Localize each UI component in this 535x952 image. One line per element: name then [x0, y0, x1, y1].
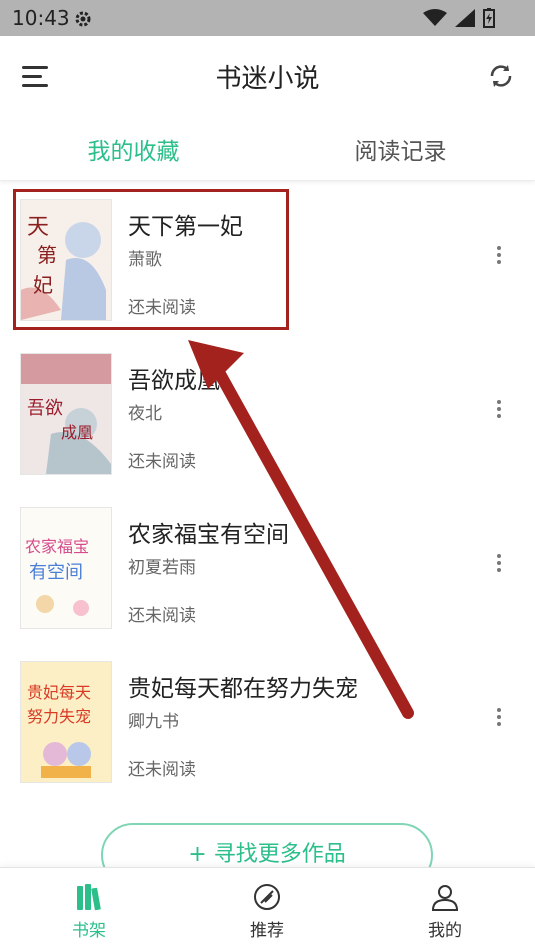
app-header: 书迷小说 — [0, 36, 535, 120]
svg-text:天: 天 — [27, 215, 49, 240]
more-options-icon[interactable] — [495, 708, 503, 732]
svg-text:有空间: 有空间 — [29, 562, 83, 583]
book-item[interactable]: 贵妃每天 努力失宠 贵妃每天都在努力失宠 卿九书 还未阅读 — [0, 643, 535, 793]
book-item[interactable]: 吾欲 成凰 吾欲成凰 夜北 还未阅读 — [0, 335, 535, 485]
profile-icon — [431, 885, 459, 911]
book-cover: 农家福宝 有空间 — [20, 507, 112, 629]
bottom-nav: 书架 推荐 我的 — [0, 867, 535, 952]
nav-label: 书架 — [72, 921, 106, 941]
svg-text:成凰: 成凰 — [61, 423, 93, 442]
book-cover: 天 第 妃 — [20, 199, 112, 321]
book-item[interactable]: 天 第 妃 天下第一妃 萧歌 还未阅读 — [0, 181, 535, 331]
book-title: 贵妃每天都在努力失宠 — [128, 676, 358, 702]
reading-status: 还未阅读 — [128, 760, 196, 780]
more-options-icon[interactable] — [495, 400, 503, 424]
svg-text:农家福宝: 农家福宝 — [25, 537, 89, 556]
refresh-icon[interactable] — [487, 62, 515, 90]
svg-text:妃: 妃 — [33, 273, 53, 297]
signal-icon — [455, 9, 475, 27]
svg-text:第: 第 — [37, 243, 57, 267]
book-author: 夜北 — [128, 404, 162, 424]
reading-status: 还未阅读 — [128, 606, 196, 626]
battery-icon — [483, 8, 495, 28]
book-title: 吾欲成凰 — [128, 368, 220, 394]
book-title: 天下第一妃 — [128, 214, 243, 240]
book-author: 初夏若雨 — [128, 558, 196, 578]
nav-label: 推荐 — [250, 921, 284, 941]
book-cover: 贵妃每天 努力失宠 — [20, 661, 112, 783]
status-time: 10:43 — [12, 6, 70, 30]
book-cover: 吾欲 成凰 — [20, 353, 112, 475]
gear-icon — [75, 11, 91, 27]
more-options-icon[interactable] — [495, 246, 503, 270]
svg-text:努力失宠: 努力失宠 — [27, 707, 91, 726]
svg-text:吾欲: 吾欲 — [27, 398, 63, 419]
reading-status: 还未阅读 — [128, 298, 196, 318]
more-options-icon[interactable] — [495, 554, 503, 578]
nav-item-bookshelf[interactable]: 书架 — [0, 868, 178, 952]
tab-reading-history[interactable]: 阅读记录 — [267, 132, 534, 166]
tab-my-collection[interactable]: 我的收藏 — [0, 132, 267, 166]
book-item[interactable]: 农家福宝 有空间 农家福宝有空间 初夏若雨 还未阅读 — [0, 489, 535, 639]
reading-status: 还未阅读 — [128, 452, 196, 472]
nav-item-recommend[interactable]: 推荐 — [178, 868, 356, 952]
book-title: 农家福宝有空间 — [128, 522, 289, 548]
recommend-icon — [254, 884, 280, 910]
svg-text:贵妃每天: 贵妃每天 — [27, 683, 91, 702]
nav-label: 我的 — [428, 921, 462, 941]
bookshelf-icon — [77, 884, 101, 911]
book-author: 卿九书 — [128, 712, 179, 732]
status-bar: 10:43 — [0, 0, 535, 36]
book-author: 萧歌 — [128, 250, 162, 270]
wifi-icon — [423, 9, 447, 26]
status-icons — [423, 8, 495, 28]
page-title: 书迷小说 — [215, 64, 320, 94]
tab-bar: 我的收藏 阅读记录 — [0, 120, 535, 181]
nav-item-profile[interactable]: 我的 — [356, 868, 534, 952]
